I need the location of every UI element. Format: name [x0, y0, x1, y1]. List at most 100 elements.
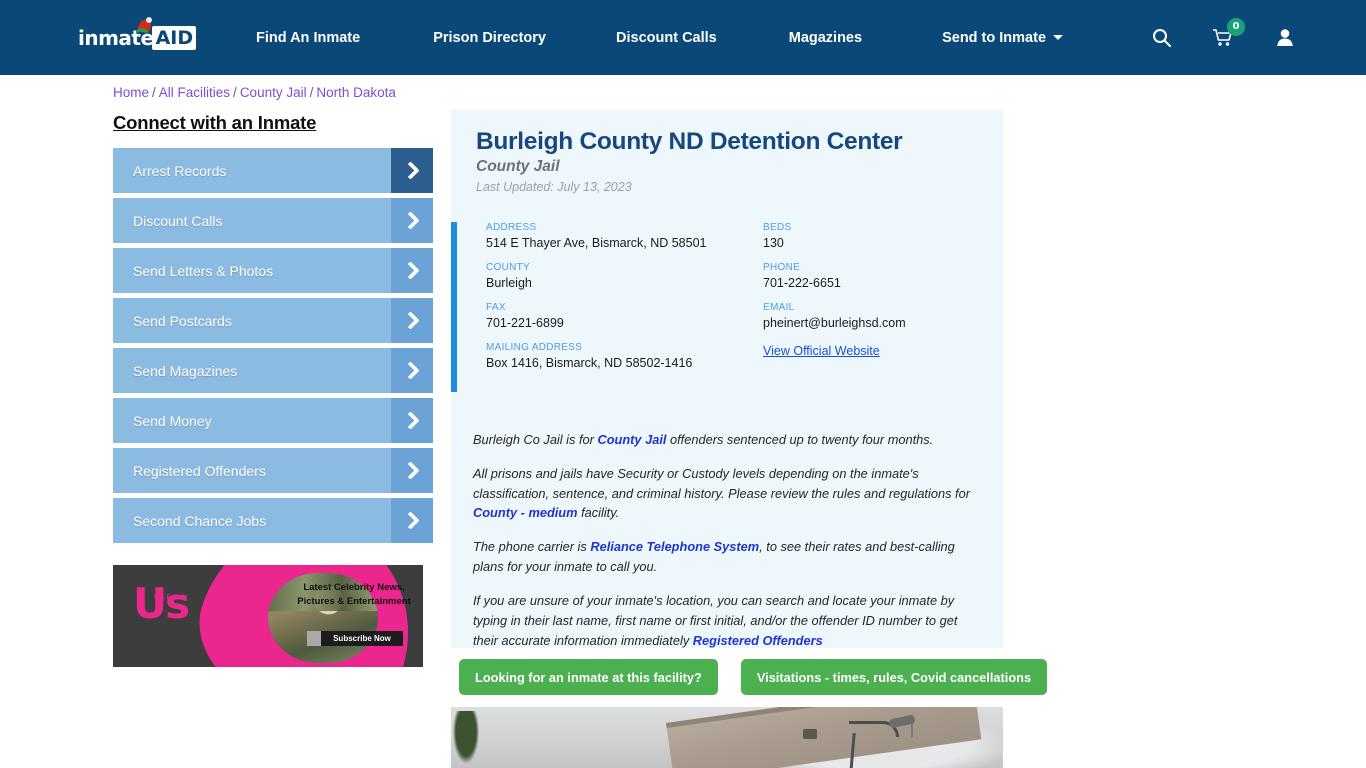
chevron-right-icon	[391, 498, 433, 543]
breadcrumb-separator: /	[152, 85, 156, 100]
desc-text: The phone carrier is	[473, 539, 591, 555]
link-registered-offenders[interactable]: Registered Offenders	[693, 633, 823, 648]
chevron-right-icon	[391, 248, 433, 293]
ad-copy-text: Latest Celebrity News, Pictures & Entert…	[297, 582, 411, 607]
link-county-medium[interactable]: County - medium	[473, 505, 578, 520]
field-label: ADDRESS	[486, 222, 537, 233]
nav-send-to-inmate[interactable]: Send to Inmate	[942, 29, 1064, 46]
view-official-website-link[interactable]: View Official Website	[763, 344, 880, 358]
description-paragraph-2: All prisons and jails have Security or C…	[473, 464, 983, 523]
ad-brand-logo: Us	[133, 579, 190, 628]
chevron-right-icon	[391, 298, 433, 343]
cart-count-badge: 0	[1227, 17, 1245, 36]
sidebar-item-send-money[interactable]: Send Money	[113, 398, 433, 443]
link-county-jail[interactable]: County Jail	[597, 432, 666, 447]
field-fax: FAX 701-221-6899	[486, 302, 751, 330]
breadcrumb-item-north-dakota[interactable]: North Dakota	[316, 85, 396, 100]
chevron-right-icon	[391, 348, 433, 393]
field-value: Box 1416, Bismarck, ND 58502-1416	[486, 356, 693, 370]
description-paragraph-4: If you are unsure of your inmate's locat…	[473, 591, 983, 650]
photo-roof-vent	[803, 729, 817, 739]
chevron-right-icon	[391, 398, 433, 443]
breadcrumb-item-home[interactable]: Home	[113, 85, 149, 100]
logo-badge: AID	[151, 26, 197, 50]
sidebar-item-second-chance-jobs[interactable]: Second Chance Jobs	[113, 498, 433, 543]
desc-text: All prisons and jails have Security or C…	[473, 465, 970, 501]
facility-photo	[451, 707, 1003, 768]
nav-find-an-inmate[interactable]: Find An Inmate	[256, 30, 360, 46]
ad-brand-subtitle: WEEKLY	[154, 595, 189, 601]
field-phone: PHONE 701-222-6651	[763, 262, 1013, 290]
facility-type: County Jail	[476, 158, 560, 175]
photo-tree	[453, 711, 479, 763]
nav-send-to-inmate-label: Send to Inmate	[942, 29, 1047, 46]
chevron-down-icon	[1053, 35, 1064, 40]
field-label: PHONE	[763, 262, 801, 273]
sidebar-item-label: Arrest Records	[133, 162, 227, 179]
visitations-button[interactable]: Visitations - times, rules, Covid cancel…	[740, 659, 1048, 695]
sidebar-item-label: Send Postcards	[133, 312, 232, 329]
field-label: EMAIL	[763, 302, 795, 313]
sidebar-item-registered-offenders[interactable]: Registered Offenders	[113, 448, 433, 493]
ad-subscribe-button[interactable]: Subscribe Now	[307, 631, 403, 646]
desc-text: offenders sentenced up to twenty four mo…	[666, 432, 934, 447]
field-label: FAX	[486, 302, 506, 313]
field-value: 701-221-6899	[486, 316, 564, 330]
field-website: View Official Website	[763, 342, 1013, 360]
breadcrumb-item-all-facilities[interactable]: All Facilities	[159, 85, 230, 100]
main-navigation: Find An Inmate Prison Directory Discount…	[256, 0, 1064, 75]
field-label: MAILING ADDRESS	[486, 342, 583, 353]
field-county: COUNTY Burleigh	[486, 262, 751, 290]
sidebar-item-label: Discount Calls	[133, 212, 223, 229]
description-paragraph-3: The phone carrier is Reliance Telephone …	[473, 537, 983, 577]
site-header: inmate AID Find An Inmate Prison Director…	[0, 0, 1366, 75]
breadcrumb-separator: /	[233, 85, 237, 100]
details-column-right: BEDS 130 PHONE 701-222-6651 EMAIL pheine…	[763, 222, 1013, 372]
field-address: ADDRESS 514 E Thayer Ave, Bismarck, ND 5…	[486, 222, 751, 250]
nav-discount-calls[interactable]: Discount Calls	[616, 30, 717, 46]
facility-card: Burleigh County ND Detention Center Coun…	[451, 110, 1003, 648]
nav-prison-directory[interactable]: Prison Directory	[433, 30, 546, 46]
link-reliance-telephone-system[interactable]: Reliance Telephone System	[590, 539, 759, 554]
page-title: Burleigh County ND Detention Center	[476, 128, 903, 155]
user-icon[interactable]	[1270, 23, 1300, 53]
field-label: BEDS	[763, 222, 792, 233]
last-updated: Last Updated: July 13, 2023	[476, 180, 632, 194]
sidebar-title: Connect with an Inmate	[113, 112, 317, 133]
sidebar-item-label: Second Chance Jobs	[133, 512, 267, 529]
looking-for-inmate-button[interactable]: Looking for an inmate at this facility?	[459, 659, 718, 695]
sidebar-item-send-magazines[interactable]: Send Magazines	[113, 348, 433, 393]
sidebar-item-send-postcards[interactable]: Send Postcards	[113, 298, 433, 343]
nav-magazines[interactable]: Magazines	[789, 30, 862, 46]
sidebar-item-label: Send Money	[133, 412, 212, 429]
field-beds: BEDS 130	[763, 222, 1013, 250]
sidebar-item-arrest-records[interactable]: Arrest Records	[113, 148, 433, 193]
field-value: 701-222-6651	[763, 276, 841, 290]
advertisement-banner[interactable]: Us WEEKLY Latest Celebrity News, Picture…	[113, 565, 423, 667]
header-icon-group: 0	[1146, 0, 1366, 75]
santa-hat-icon	[136, 17, 152, 34]
chevron-right-icon	[391, 148, 433, 193]
details-column-left: ADDRESS 514 E Thayer Ave, Bismarck, ND 5…	[486, 222, 751, 382]
facility-details: ADDRESS 514 E Thayer Ave, Bismarck, ND 5…	[451, 222, 1003, 392]
desc-text: facility.	[577, 505, 620, 521]
field-value: 514 E Thayer Ave, Bismarck, ND 58501	[486, 236, 707, 250]
sidebar: Connect with an Inmate Arrest Records Di…	[113, 112, 433, 548]
cart-icon[interactable]: 0	[1208, 17, 1245, 53]
sidebar-item-send-letters-photos[interactable]: Send Letters & Photos	[113, 248, 433, 293]
search-icon[interactable]	[1146, 23, 1176, 53]
field-label: COUNTY	[486, 262, 531, 273]
facility-description: Burleigh Co Jail is for County Jail offe…	[473, 430, 983, 664]
sidebar-item-label: Send Letters & Photos	[133, 262, 274, 279]
description-paragraph-1: Burleigh Co Jail is for County Jail offe…	[473, 430, 983, 450]
field-value: pheinert@burleighsd.com	[763, 316, 906, 330]
sidebar-item-discount-calls[interactable]: Discount Calls	[113, 198, 433, 243]
breadcrumb: Home / All Facilities / County Jail / North Da…	[113, 85, 396, 100]
chevron-right-icon	[391, 448, 433, 493]
breadcrumb-separator: /	[309, 85, 314, 100]
field-mailing-address: MAILING ADDRESS Box 1416, Bismarck, ND 5…	[486, 342, 751, 370]
breadcrumb-item-county-jail[interactable]: County Jail	[240, 85, 307, 100]
sidebar-item-label: Registered Offenders	[133, 462, 266, 479]
site-logo[interactable]: inmate AID	[78, 17, 197, 55]
desc-text: Burleigh Co Jail is for	[473, 432, 598, 447]
